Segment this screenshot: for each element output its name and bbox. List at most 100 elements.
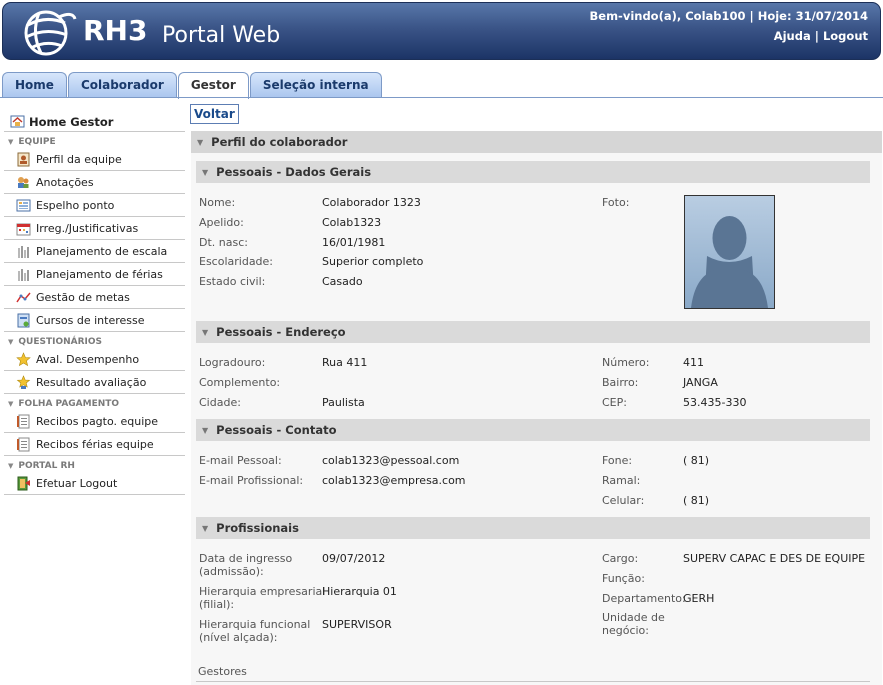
- header-links: Ajuda | Logout: [774, 29, 868, 43]
- sidebar-group-questionarios[interactable]: ▼ QUESTIONÁRIOS: [4, 336, 185, 348]
- group-title: EQUIPE: [18, 137, 56, 147]
- value-email-profissional: colab1323@empresa.com: [322, 474, 466, 487]
- bar-chart-icon: [18, 245, 29, 258]
- label-hierarquia-empresarial: Hierarquia empresarial (filial):: [199, 585, 325, 611]
- section-profissionais[interactable]: ▼ Profissionais: [196, 517, 870, 539]
- value-nome: Colaborador 1323: [322, 196, 421, 209]
- tab-home[interactable]: Home: [2, 72, 67, 98]
- value-bairro: JANGA: [683, 376, 718, 389]
- label-data-ingresso: Data de ingresso (admissão):: [199, 552, 292, 578]
- sidebar-item-planejamento-escala[interactable]: Planejamento de escala: [4, 240, 185, 263]
- notes-users-icon: [18, 176, 29, 188]
- trend-line-icon: [16, 292, 31, 302]
- sidebar-item-perfil-equipe[interactable]: Perfil da equipe: [4, 148, 185, 171]
- logout-link[interactable]: Logout: [823, 29, 868, 43]
- value-cidade: Paulista: [322, 396, 365, 409]
- label-hierarquia-funcional: Hierarquia funcional (nível alçada):: [199, 618, 310, 644]
- sidebar-item-resultado-avaliacao[interactable]: Resultado avaliação: [4, 371, 185, 394]
- sidebar-item-label: Gestão de metas: [36, 290, 130, 304]
- tab-gestor[interactable]: Gestor: [177, 72, 249, 99]
- label-apelido: Apelido:: [199, 216, 244, 229]
- sidebar-item-label: Irreg./Justificativas: [36, 221, 139, 235]
- collapse-triangle-icon: ▼: [8, 138, 14, 146]
- sidebar-item-anotacoes[interactable]: Anotações: [4, 171, 185, 194]
- sidebar-item-recibos-pagto[interactable]: Recibos pagto. equipe: [4, 410, 185, 433]
- section-title: Profissionais: [216, 521, 299, 535]
- section-title: Pessoais - Endereço: [216, 325, 346, 339]
- label-line: Hierarquia empresarial: [199, 585, 326, 598]
- value-estado-civil: Casado: [322, 275, 363, 288]
- star-icon: [16, 351, 31, 366]
- label-cargo: Cargo:: [602, 552, 639, 565]
- label-line: negócio:: [602, 624, 649, 637]
- label-nome: Nome:: [199, 196, 236, 209]
- person-silhouette-icon: [691, 216, 768, 308]
- label-logradouro: Logradouro:: [199, 356, 266, 369]
- help-link[interactable]: Ajuda: [774, 29, 811, 43]
- home-icon: [10, 115, 25, 128]
- sidebar-item-planejamento-ferias[interactable]: Planejamento de férias: [4, 263, 185, 286]
- label-ramal: Ramal:: [602, 474, 641, 487]
- value-data-ingresso: 09/07/2012: [322, 552, 386, 565]
- sidebar-item-cursos-interesse[interactable]: Cursos de interesse: [4, 309, 185, 332]
- sidebar-item-label: Perfil da equipe: [36, 152, 122, 166]
- sidebar-item-label: Planejamento de férias: [36, 267, 163, 281]
- section-dados-gerais[interactable]: ▼ Pessoais - Dados Gerais: [196, 161, 870, 183]
- tab-colaborador[interactable]: Colaborador: [67, 72, 177, 98]
- sidebar-group-portal-rh[interactable]: ▼ PORTAL RH: [4, 460, 185, 472]
- sidebar-item-label: Recibos férias equipe: [36, 437, 154, 451]
- group-title: PORTAL RH: [18, 461, 75, 471]
- value-celular: ( 81): [683, 494, 710, 507]
- sidebar-item-home-gestor[interactable]: Home Gestor: [4, 112, 185, 132]
- label-line: Data de ingresso: [199, 552, 293, 565]
- timesheet-icon: [16, 199, 31, 211]
- label-foto: Foto:: [602, 196, 630, 209]
- bar-chart-icon: [18, 268, 29, 281]
- calendar-alert-icon: [16, 223, 31, 235]
- sidebar-item-efetuar-logout[interactable]: Efetuar Logout: [4, 472, 185, 495]
- profile-header-bar[interactable]: ▼ Perfil do colaborador: [191, 131, 882, 153]
- sidebar-group-equipe[interactable]: ▼ EQUIPE: [4, 136, 185, 148]
- sidebar-group-folha-pagamento[interactable]: ▼ FOLHA PAGAMENTO: [4, 398, 185, 410]
- label-dt-nasc: Dt. nasc:: [199, 236, 248, 249]
- label-escolaridade: Escolaridade:: [199, 255, 274, 268]
- profile-photo: [684, 195, 775, 309]
- value-departamento: GERH: [683, 592, 715, 605]
- label-cep: CEP:: [602, 396, 627, 409]
- sidebar-item-aval-desempenho[interactable]: Aval. Desempenho: [4, 348, 185, 371]
- value-email-pessoal: colab1323@pessoal.com: [322, 454, 460, 467]
- sidebar-item-recibos-ferias[interactable]: Recibos férias equipe: [4, 433, 185, 456]
- label-funcao: Função:: [602, 572, 645, 585]
- section-divider: [196, 681, 870, 682]
- value-dt-nasc: 16/01/1981: [322, 236, 386, 249]
- sidebar-item-irregularidades[interactable]: Irreg./Justificativas: [4, 217, 185, 240]
- sidebar-item-label: Recibos pagto. equipe: [36, 414, 159, 428]
- label-bairro: Bairro:: [602, 376, 639, 389]
- tab-selecao-interna[interactable]: Seleção interna: [249, 72, 382, 98]
- sidebar-item-gestao-metas[interactable]: Gestão de metas: [4, 286, 185, 309]
- label-cidade: Cidade:: [199, 396, 241, 409]
- tab-underline: [0, 97, 883, 98]
- section-contato[interactable]: ▼ Pessoais - Contato: [196, 419, 870, 441]
- value-apelido: Colab1323: [322, 216, 382, 229]
- group-title: FOLHA PAGAMENTO: [18, 399, 120, 409]
- collapse-triangle-icon: ▼: [202, 167, 209, 177]
- collapse-triangle-icon: ▼: [8, 338, 14, 346]
- welcome-message: Bem-vindo(a), Colab100 | Hoje: 31/07/201…: [589, 9, 869, 23]
- value-cep: 53.435-330: [683, 396, 747, 409]
- link-separator: |: [814, 29, 819, 43]
- label-fone: Fone:: [602, 454, 633, 467]
- section-endereco[interactable]: ▼ Pessoais - Endereço: [196, 321, 870, 343]
- sidebar-item-label: Aval. Desempenho: [36, 352, 140, 366]
- receipt-icon: [17, 414, 30, 428]
- collapse-triangle-icon: ▼: [8, 400, 14, 408]
- value-numero: 411: [683, 356, 704, 369]
- sidebar-home-label: Home Gestor: [29, 114, 114, 129]
- value-escolaridade: Superior completo: [322, 255, 424, 268]
- collapse-triangle-icon: ▼: [8, 462, 14, 470]
- back-button[interactable]: Voltar: [190, 104, 239, 124]
- globe-logo-icon: [24, 10, 77, 56]
- collapse-triangle-icon: ▼: [202, 327, 209, 337]
- collapse-triangle-icon: ▼: [197, 137, 204, 147]
- sidebar-item-espelho-ponto[interactable]: Espelho ponto: [4, 194, 185, 217]
